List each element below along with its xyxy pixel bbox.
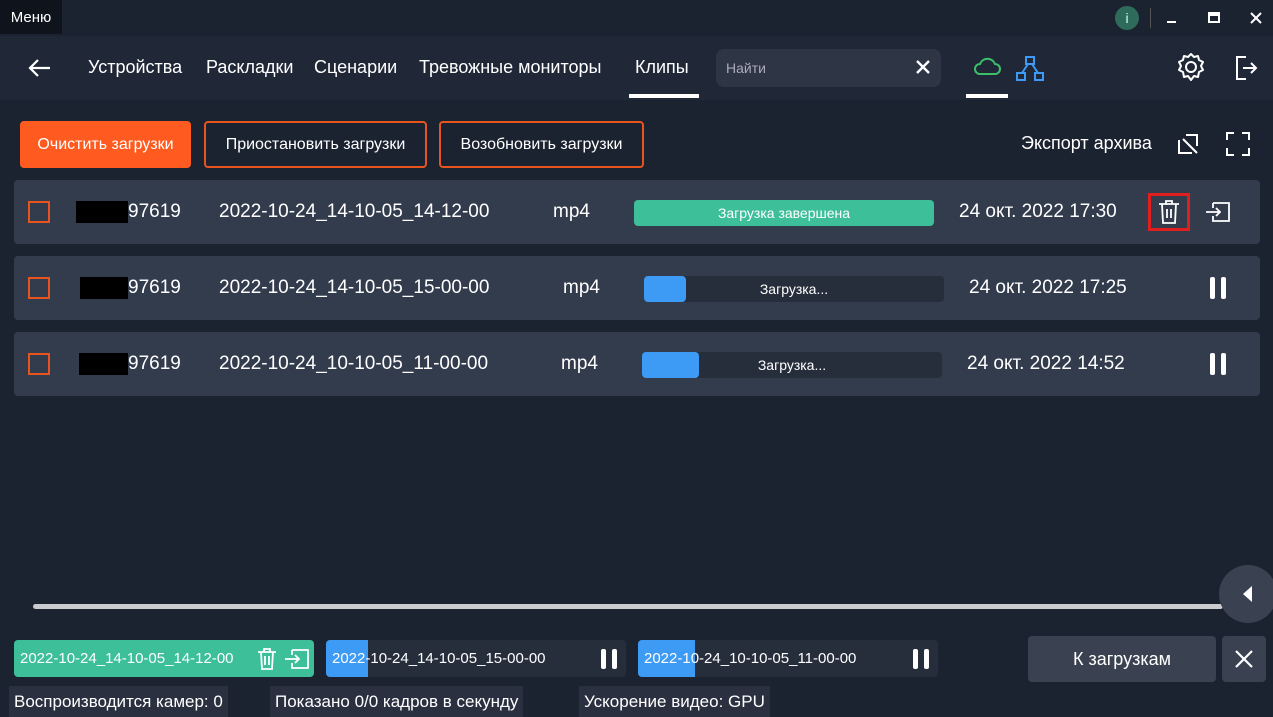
export-archive-label[interactable]: Экспорт архива bbox=[1021, 133, 1152, 154]
clear-downloads-button[interactable]: Очистить загрузки bbox=[20, 121, 191, 168]
open-in-layout-button[interactable] bbox=[1204, 200, 1232, 229]
tab-alarm-monitors[interactable]: Тревожные мониторы bbox=[419, 57, 602, 78]
pause-button[interactable] bbox=[1206, 275, 1230, 306]
download-date: 24 окт. 2022 17:30 bbox=[959, 201, 1117, 222]
close-window-button[interactable] bbox=[1242, 4, 1270, 32]
pause-icon bbox=[1210, 277, 1226, 299]
fullscreen-button[interactable] bbox=[1225, 131, 1251, 162]
chevron-left-icon bbox=[1243, 586, 1252, 602]
export-archive-button[interactable] bbox=[1176, 132, 1200, 161]
download-date: 24 окт. 2022 14:52 bbox=[967, 353, 1125, 374]
camera-id: 97619 bbox=[128, 201, 181, 222]
tab-scenarios[interactable]: Сценарии bbox=[314, 57, 397, 78]
download-date: 24 окт. 2022 17:25 bbox=[969, 277, 1127, 298]
tab-devices[interactable]: Устройства bbox=[88, 57, 182, 78]
minimize-button[interactable] bbox=[1157, 4, 1185, 32]
status-cameras: Воспроизводится камер: 0 bbox=[9, 686, 228, 717]
network-tab[interactable] bbox=[1015, 55, 1045, 88]
download-row: 97619 2022-10-24_14-10-05_15-00-00 mp4 З… bbox=[14, 256, 1260, 320]
clip-name: 2022-10-24_14-10-05_15-00-00 bbox=[219, 277, 490, 298]
menu-button[interactable]: Меню bbox=[0, 0, 62, 34]
export-icon bbox=[1178, 134, 1198, 154]
chip-clip-name: 2022-10-24_14-10-05_15-00-00 bbox=[332, 650, 546, 667]
pause-button[interactable] bbox=[1206, 351, 1230, 382]
gear-icon bbox=[1178, 53, 1204, 81]
back-button[interactable] bbox=[26, 54, 54, 87]
side-panel-toggle[interactable] bbox=[1219, 565, 1273, 623]
network-icon bbox=[1016, 56, 1044, 81]
pause-icon bbox=[1210, 353, 1226, 375]
download-chip[interactable]: 2022-10-24_14-10-05_15-00-00 bbox=[326, 640, 626, 677]
close-icon bbox=[1250, 12, 1262, 24]
chip-pause-button[interactable] bbox=[598, 647, 620, 676]
chip-clip-name: 2022-10-24_10-10-05_11-00-00 bbox=[644, 650, 857, 667]
info-icon[interactable]: i bbox=[1115, 6, 1139, 30]
camera-id: 97619 bbox=[128, 277, 181, 298]
title-bar: Меню i bbox=[0, 0, 1273, 36]
pause-icon bbox=[913, 649, 929, 669]
clip-format: mp4 bbox=[553, 201, 590, 222]
progress-status: Загрузка завершена bbox=[717, 205, 851, 221]
logout-button[interactable] bbox=[1234, 54, 1260, 87]
redacted-camera-name bbox=[79, 353, 128, 375]
horizontal-scrollbar[interactable] bbox=[33, 604, 1223, 609]
trash-icon bbox=[258, 648, 276, 670]
download-progress: Загрузка завершена bbox=[634, 200, 934, 226]
row-checkbox[interactable] bbox=[28, 353, 50, 375]
clip-name: 2022-10-24_14-10-05_14-12-00 bbox=[219, 201, 490, 222]
cloud-tab[interactable] bbox=[972, 55, 1002, 84]
pause-downloads-button[interactable]: Приостановить загрузки bbox=[204, 121, 427, 168]
search-input[interactable] bbox=[726, 57, 906, 79]
download-chip[interactable]: 2022-10-24_10-10-05_11-00-00 bbox=[638, 640, 938, 677]
resume-downloads-button[interactable]: Возобновить загрузки bbox=[439, 121, 644, 168]
download-progress: Загрузка... bbox=[644, 276, 944, 302]
back-arrow-icon bbox=[28, 59, 50, 77]
send-to-screen-icon bbox=[285, 649, 309, 669]
chip-clip-name: 2022-10-24_14-10-05_14-12-00 bbox=[20, 650, 234, 667]
send-to-screen-icon bbox=[1206, 202, 1230, 222]
titlebar-divider bbox=[1150, 8, 1151, 28]
logout-icon bbox=[1236, 56, 1258, 80]
delete-button[interactable] bbox=[1157, 199, 1181, 230]
chip-pause-button[interactable] bbox=[910, 647, 932, 676]
tab-clips[interactable]: Клипы bbox=[635, 57, 689, 78]
download-row: 97619 2022-10-24_10-10-05_11-00-00 mp4 З… bbox=[14, 332, 1260, 396]
download-chip[interactable]: 2022-10-24_14-10-05_14-12-00 bbox=[14, 640, 314, 677]
download-row: 97619 2022-10-24_14-10-05_14-12-00 mp4 З… bbox=[14, 180, 1260, 244]
progress-status: Загрузка... bbox=[759, 281, 829, 297]
clip-name: 2022-10-24_10-10-05_11-00-00 bbox=[219, 353, 489, 374]
row-checkbox[interactable] bbox=[28, 201, 50, 223]
trash-icon bbox=[1159, 200, 1179, 224]
clip-format: mp4 bbox=[563, 277, 600, 298]
chip-open-button[interactable] bbox=[284, 647, 310, 676]
progress-status: Загрузка... bbox=[757, 357, 827, 373]
redacted-camera-name bbox=[76, 201, 128, 223]
to-downloads-button[interactable]: К загрузкам bbox=[1028, 636, 1216, 682]
status-video-acceleration: Ускорение видео: GPU bbox=[579, 686, 770, 717]
maximize-icon bbox=[1208, 12, 1220, 23]
search-clear-button[interactable] bbox=[913, 57, 933, 82]
active-tab-indicator bbox=[629, 94, 699, 98]
minimize-icon bbox=[1167, 21, 1176, 23]
chip-delete-button[interactable] bbox=[256, 647, 278, 676]
search-box bbox=[716, 49, 941, 87]
clip-format: mp4 bbox=[561, 353, 598, 374]
redacted-camera-name bbox=[80, 277, 128, 299]
settings-button[interactable] bbox=[1175, 51, 1207, 88]
cloud-tab-indicator bbox=[966, 94, 1008, 98]
cloud-icon bbox=[974, 57, 1001, 75]
close-panel-button[interactable] bbox=[1222, 636, 1266, 682]
camera-id: 97619 bbox=[128, 353, 181, 374]
status-fps: Показано 0/0 кадров в секунду bbox=[270, 686, 524, 717]
tab-layouts[interactable]: Раскладки bbox=[206, 57, 293, 78]
nav-bar: Устройства Раскладки Сценарии Тревожные … bbox=[0, 36, 1273, 100]
fullscreen-icon bbox=[1226, 132, 1250, 156]
row-checkbox[interactable] bbox=[28, 277, 50, 299]
pause-icon bbox=[601, 649, 617, 669]
download-progress: Загрузка... bbox=[642, 352, 942, 378]
close-icon bbox=[1235, 650, 1253, 668]
close-icon bbox=[916, 60, 930, 74]
maximize-button[interactable] bbox=[1200, 4, 1228, 32]
